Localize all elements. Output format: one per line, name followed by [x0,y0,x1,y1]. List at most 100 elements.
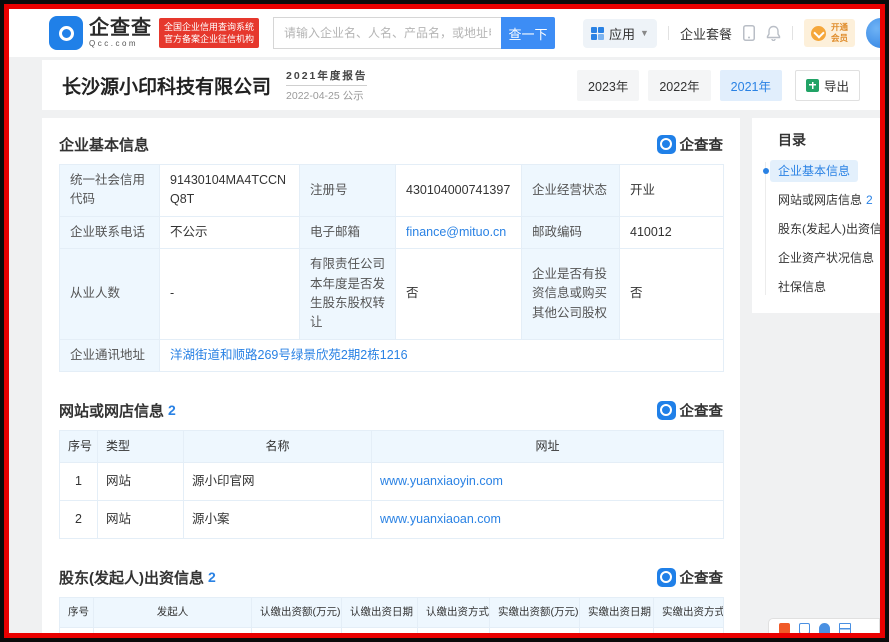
value-cell: finance@mituo.cn [396,216,522,248]
apps-label: 应用 [609,24,635,43]
page-root: 企查查 Qcc.com 全国企业信用查询系统 官方备案企业征信机构 查一下 [4,4,885,638]
section-shareholders: 股东(发起人)出资信息 2 企查查 序号 [59,563,723,633]
shareholders-table: 序号 发起人 认缴出资额(万元) 认缴出资日期 认缴出资方式 实缴出资额(万元)… [59,597,724,633]
section-title-basic-info: 企业基本信息 [59,134,149,155]
address-link[interactable]: 洋湖街道和顺路269号绿景欣苑2期2栋1216 [170,348,408,362]
toolbar-icon-translate[interactable] [799,623,810,634]
header-cell: 序号 [60,598,94,627]
cell-shareholder: 长沙米拓信息技术有限公司 [94,627,252,633]
company-name-title: 长沙源小印科技有限公司 [62,72,271,99]
qcc-logo[interactable]: 企查查 Qcc.com 全国企业信用查询系统 官方备案企业征信机构 [49,16,259,50]
qcc-watermark: 企查查 [657,567,724,588]
badge-line-1: 全国企业信用查询系统 [164,21,254,33]
cell-name: 源小案 [184,500,372,538]
email-link[interactable]: finance@mituo.cn [406,225,506,239]
cell-paid-method: 其他 [654,627,724,633]
floating-toolbar[interactable] [768,618,880,638]
mobile-app-icon[interactable] [743,25,755,41]
qcc-watermark-icon [657,568,676,587]
report-badge: 2021年度报告 2022-04-25 公示 [286,68,367,103]
section-title-shareholders: 股东(发起人)出资信息 [59,567,204,588]
toc-item-websites[interactable]: 网站或网店信息2 [752,185,880,214]
toc-item-social-security[interactable]: 社保信息 [752,272,880,301]
cell-index: 1 [60,627,94,633]
report-publish-date: 2022-04-25 公示 [286,86,367,103]
qcc-watermark-label: 企查查 [680,567,724,588]
active-dot-icon [763,168,769,174]
website-link[interactable]: www.yuanxiaoyin.com [380,474,503,488]
section-websites: 网站或网店信息 2 企查查 序号 类型 [59,396,723,539]
certification-badge: 全国企业信用查询系统 官方备案企业征信机构 [159,18,259,48]
cell-subscribed-method: 货币 [418,627,490,633]
cell-index: 2 [60,500,98,538]
apps-menu-button[interactable]: 应用 ▼ [583,19,657,48]
cell-subscribed-date: 2035-12-31 [342,627,418,633]
toc-item-basic-info[interactable]: 企业基本信息 [752,156,880,185]
header-cell: 认缴出资方式 [418,598,490,627]
year-tab-2021-active[interactable]: 2021年 [720,70,782,101]
cell-url: www.yuanxiaoyin.com [372,462,724,500]
bell-icon[interactable] [766,25,781,41]
logo-name: 企查查 [89,18,152,39]
website-link[interactable]: www.yuanxiaoan.com [380,512,501,526]
toolbar-icon-person[interactable] [819,623,830,634]
table-row: 企业通讯地址 洋湖街道和顺路269号绿景欣苑2期2栋1216 [60,339,724,371]
vip-label-line1: 开通 [831,22,848,33]
label-cell: 从业人数 [60,249,160,340]
header-cell: 认缴出资日期 [342,598,418,627]
site-header: 企查查 Qcc.com 全国企业信用查询系统 官方备案企业征信机构 查一下 [9,9,880,57]
export-button[interactable]: 导出 [795,70,860,101]
user-avatar[interactable] [866,18,885,48]
label-cell: 邮政编码 [522,216,620,248]
value-cell: 洋湖街道和顺路269号绿景欣苑2期2栋1216 [160,339,724,371]
toolbar-icon-card[interactable] [839,623,851,634]
apps-grid-icon [591,27,604,40]
export-label: 导出 [824,76,849,95]
toc-sidebar: 目录 企业基本信息 网站或网店信息2 股东(发起人)出资信息2 企业资产状况信息 [752,118,880,313]
value-cell: 91430104MA4TCCNQ8T [160,165,300,217]
year-tabs: 2023年 2022年 2021年 导出 [577,70,860,101]
value-cell: 430104000741397 [396,165,522,217]
shareholders-count: 2 [208,569,216,585]
section-basic-info: 企业基本信息 企查查 统一社会信用代码 914301 [59,130,723,372]
header-cell: 名称 [184,431,372,463]
toc-list: 企业基本信息 网站或网店信息2 股东(发起人)出资信息2 企业资产状况信息 社保… [752,156,880,301]
table-row: 从业人数 - 有限责任公司本年度是否发生股东股权转让 否 企业是否有投资信息或购… [60,249,724,340]
page-body: 长沙源小印科技有限公司 2021年度报告 2022-04-25 公示 2023年… [9,57,880,633]
excel-icon [806,79,819,92]
header-cell: 发起人 [94,598,252,627]
cell-url: www.yuanxiaoan.com [372,500,724,538]
report-year-label: 2021年度报告 [286,68,367,86]
toc-title: 目录 [778,130,880,150]
chevron-down-icon: ▼ [640,28,649,38]
qcc-watermark-label: 企查查 [680,400,724,421]
label-cell: 企业通讯地址 [60,339,160,371]
toc-item-assets[interactable]: 企业资产状况信息 [752,243,880,272]
value-cell: 不公示 [160,216,300,248]
vip-upgrade-button[interactable]: 开通 会员 [804,19,855,46]
toolbar-icon-orange[interactable] [779,623,790,634]
cell-paid-amount: 0 [490,627,580,633]
label-cell: 注册号 [300,165,396,217]
value-cell: - [160,249,300,340]
year-tab-2023[interactable]: 2023年 [577,70,639,101]
qcc-logo-icon [49,16,83,50]
report-main-card: 企业基本信息 企查查 统一社会信用代码 914301 [42,118,740,633]
year-tab-2022[interactable]: 2022年 [648,70,710,101]
divider [668,26,669,40]
header-cell: 类型 [98,431,184,463]
label-cell: 统一社会信用代码 [60,165,160,217]
screenshot-annotation-frame: 企查查 Qcc.com 全国企业信用查询系统 官方备案企业征信机构 查一下 [0,0,889,642]
enterprise-package-link[interactable]: 企业套餐 [680,24,732,43]
vip-label-line2: 会员 [831,33,848,44]
label-cell: 企业经营状态 [522,165,620,217]
value-cell: 410012 [620,216,724,248]
label-cell: 有限责任公司本年度是否发生股东股权转让 [300,249,396,340]
websites-table: 序号 类型 名称 网址 1 网站 源小印官网 www.yuanxiaoyin.c… [59,430,724,539]
value-cell: 否 [620,249,724,340]
content-row: 企业基本信息 企查查 统一社会信用代码 914301 [42,118,880,633]
search-button[interactable]: 查一下 [501,17,555,49]
table-row: 1 长沙米拓信息技术有限公司 400 2035-12-31 货币 0 - 其他 [60,627,724,633]
search-input[interactable] [273,17,501,49]
toc-item-shareholders[interactable]: 股东(发起人)出资信息2 [752,214,880,243]
